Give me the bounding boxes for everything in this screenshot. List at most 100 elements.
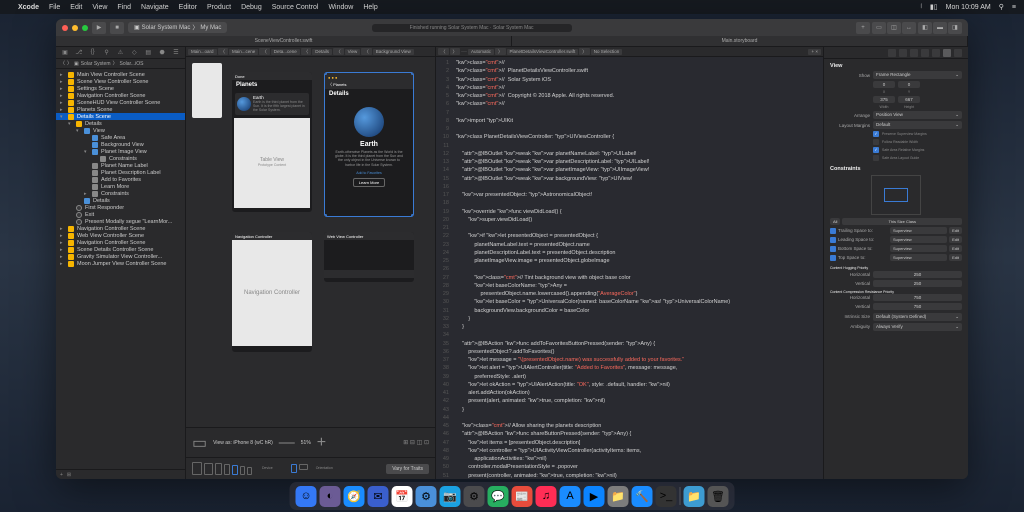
history-inspector-icon[interactable]	[899, 49, 907, 57]
scene-thumbnail[interactable]	[192, 63, 222, 118]
outline-item[interactable]: ▸Planets Scene	[56, 106, 185, 113]
dock-app[interactable]: 📅	[392, 486, 413, 507]
planets-scene[interactable]: Done Planets EarthEarth is the third pla…	[232, 72, 312, 212]
outline-item[interactable]: ▸Constraints	[56, 190, 185, 197]
add-favorites-button[interactable]: Add to Favorites	[356, 171, 381, 175]
close-button[interactable]	[62, 25, 68, 31]
stop-button[interactable]: ■	[110, 22, 124, 34]
dock-app[interactable]: ◐	[320, 486, 341, 507]
outline-item[interactable]: ▾View	[56, 127, 185, 134]
menu-navigate[interactable]: Navigate	[141, 4, 169, 11]
dock-item[interactable]: 📁	[684, 486, 705, 507]
width-field[interactable]: 375	[873, 96, 895, 103]
ambiguity-selector[interactable]: Always Verify⌄	[873, 323, 962, 331]
menu-product[interactable]: Product	[207, 4, 231, 11]
outline-item[interactable]: Exit	[56, 211, 185, 218]
menu-source-control[interactable]: Source Control	[272, 4, 319, 11]
project-nav-icon[interactable]: ▣	[61, 49, 68, 56]
dock-app[interactable]: ▶	[584, 486, 605, 507]
add-button[interactable]: +	[60, 472, 63, 478]
outline-item[interactable]: ▸Navigation Controller Scene	[56, 239, 185, 246]
minimize-button[interactable]	[72, 25, 78, 31]
issue-nav-icon[interactable]: ⚠	[117, 49, 124, 56]
x-field[interactable]: 0	[873, 81, 895, 88]
outline-item[interactable]: ▸Main View Controller Scene	[56, 71, 185, 78]
toggle-inspector-button[interactable]: ◨	[948, 22, 962, 34]
dock-app[interactable]: ⚙	[416, 486, 437, 507]
outline-item[interactable]: ▸Scene View Controller Scene	[56, 78, 185, 85]
constraint-diagram[interactable]	[871, 175, 921, 215]
clock[interactable]: Mon 10:09 AM	[946, 4, 991, 11]
filter-icon[interactable]: ⊞	[67, 472, 71, 478]
dock-app[interactable]: >_	[656, 486, 677, 507]
report-nav-icon[interactable]: ☰	[172, 49, 179, 56]
outline-item[interactable]: ▾Details Scene	[56, 113, 185, 120]
layout-margins-selector[interactable]: Default⌄	[873, 121, 962, 129]
symbol-nav-icon[interactable]: {}	[89, 49, 96, 56]
dock-app[interactable]: 💬	[488, 486, 509, 507]
dock-app[interactable]: 📁	[608, 486, 629, 507]
toggle-navigator-button[interactable]: ◧	[918, 22, 932, 34]
size-inspector-icon[interactable]	[943, 49, 951, 57]
outline-item[interactable]: First Responder	[56, 204, 185, 211]
y-field[interactable]: 0	[898, 81, 920, 88]
notification-center-icon[interactable]: ≡	[1012, 4, 1016, 11]
menu-view[interactable]: View	[92, 4, 107, 11]
dock-app[interactable]: A	[560, 486, 581, 507]
help-inspector-icon[interactable]	[910, 49, 918, 57]
outline-item[interactable]: ▾Details	[56, 120, 185, 127]
identity-inspector-icon[interactable]	[921, 49, 929, 57]
outline-item[interactable]: Background View	[56, 141, 185, 148]
outline-item[interactable]: Add to Favorites	[56, 176, 185, 183]
show-selector[interactable]: Frame Rectangle⌄	[873, 71, 962, 79]
orientation-selector[interactable]	[291, 464, 308, 473]
breakpoint-nav-icon[interactable]: ⬣	[159, 49, 166, 56]
jump-bar[interactable]: Main...oard〈Main...cene〈Deta...cene〈Deta…	[186, 47, 435, 57]
outline-item[interactable]: Planet Name Label	[56, 162, 185, 169]
wifi-icon[interactable]: ⧙	[920, 3, 921, 11]
dock-app[interactable]: ⚙	[464, 486, 485, 507]
tab-scene-vc[interactable]: SceneViewController.swift	[56, 36, 512, 46]
outline-item[interactable]: ▸Scene Details Controller Scene	[56, 246, 185, 253]
canvas-scroll[interactable]: Done Planets EarthEarth is the third pla…	[186, 57, 435, 427]
outline-item[interactable]: Planet Description Label	[56, 169, 185, 176]
run-button[interactable]: ▶	[92, 22, 106, 34]
done-button[interactable]: Done	[235, 74, 245, 79]
arrange-selector[interactable]: Position View⌄	[873, 111, 962, 119]
zoom-button[interactable]	[82, 25, 88, 31]
size-class[interactable]: This Size Class	[842, 218, 962, 225]
device-selector[interactable]	[192, 462, 252, 475]
outline-item[interactable]: Present Modally segue "LearnMor...	[56, 218, 185, 225]
view-as-label[interactable]: View as: iPhone 8 (wC hR)	[213, 440, 273, 446]
source-nav-icon[interactable]: ⎇	[75, 49, 82, 56]
connections-inspector-icon[interactable]	[954, 49, 962, 57]
find-nav-icon[interactable]: ⚲	[103, 49, 110, 56]
tab-storyboard[interactable]: Main.storyboard	[512, 36, 968, 46]
safe-area-guide-check[interactable]	[873, 155, 879, 161]
outline-item[interactable]: ▸Moon Jumper View Controller Scene	[56, 260, 185, 267]
dock-app[interactable]: ✉	[368, 486, 389, 507]
readable-width-check[interactable]	[873, 139, 879, 145]
dock-app[interactable]: ☺	[296, 486, 317, 507]
outline-item[interactable]: ▸Gravity Simulator View Controller...	[56, 253, 185, 260]
outline-item[interactable]: ▾Planet Image View	[56, 148, 185, 155]
editor-jump-bar[interactable]: 〈〉Automatic〉PlanetDetailsViewController.…	[436, 47, 823, 57]
menu-find[interactable]: Find	[117, 4, 131, 11]
back-button[interactable]: 〈 Planets	[328, 82, 346, 88]
height-field[interactable]: 667	[898, 96, 920, 103]
planet-cell[interactable]: EarthEarth is the third planet from the …	[235, 93, 309, 115]
zoom-level[interactable]: 51%	[301, 440, 311, 446]
app-name[interactable]: Xcode	[18, 4, 39, 11]
attributes-inspector-icon[interactable]	[932, 49, 940, 57]
horizontal-hugging[interactable]: 250	[873, 271, 962, 278]
scheme-selector[interactable]: ▣Solar System Mac〉My Mac	[128, 22, 227, 33]
learn-more-button[interactable]: Learn More	[353, 178, 385, 187]
embed-icon[interactable]: ⊞ ⊟ ◫ ⊡	[403, 439, 429, 446]
menu-editor[interactable]: Editor	[179, 4, 197, 11]
preserve-margins-check[interactable]: ✓	[873, 131, 879, 137]
source-editor[interactable]: 1234567891011121314151617181920212223242…	[436, 57, 823, 479]
toggle-debug-button[interactable]: ▬	[933, 22, 947, 34]
dock-app[interactable]: 🔨	[632, 486, 653, 507]
menu-help[interactable]: Help	[363, 4, 377, 11]
dock-app[interactable]: 📰	[512, 486, 533, 507]
